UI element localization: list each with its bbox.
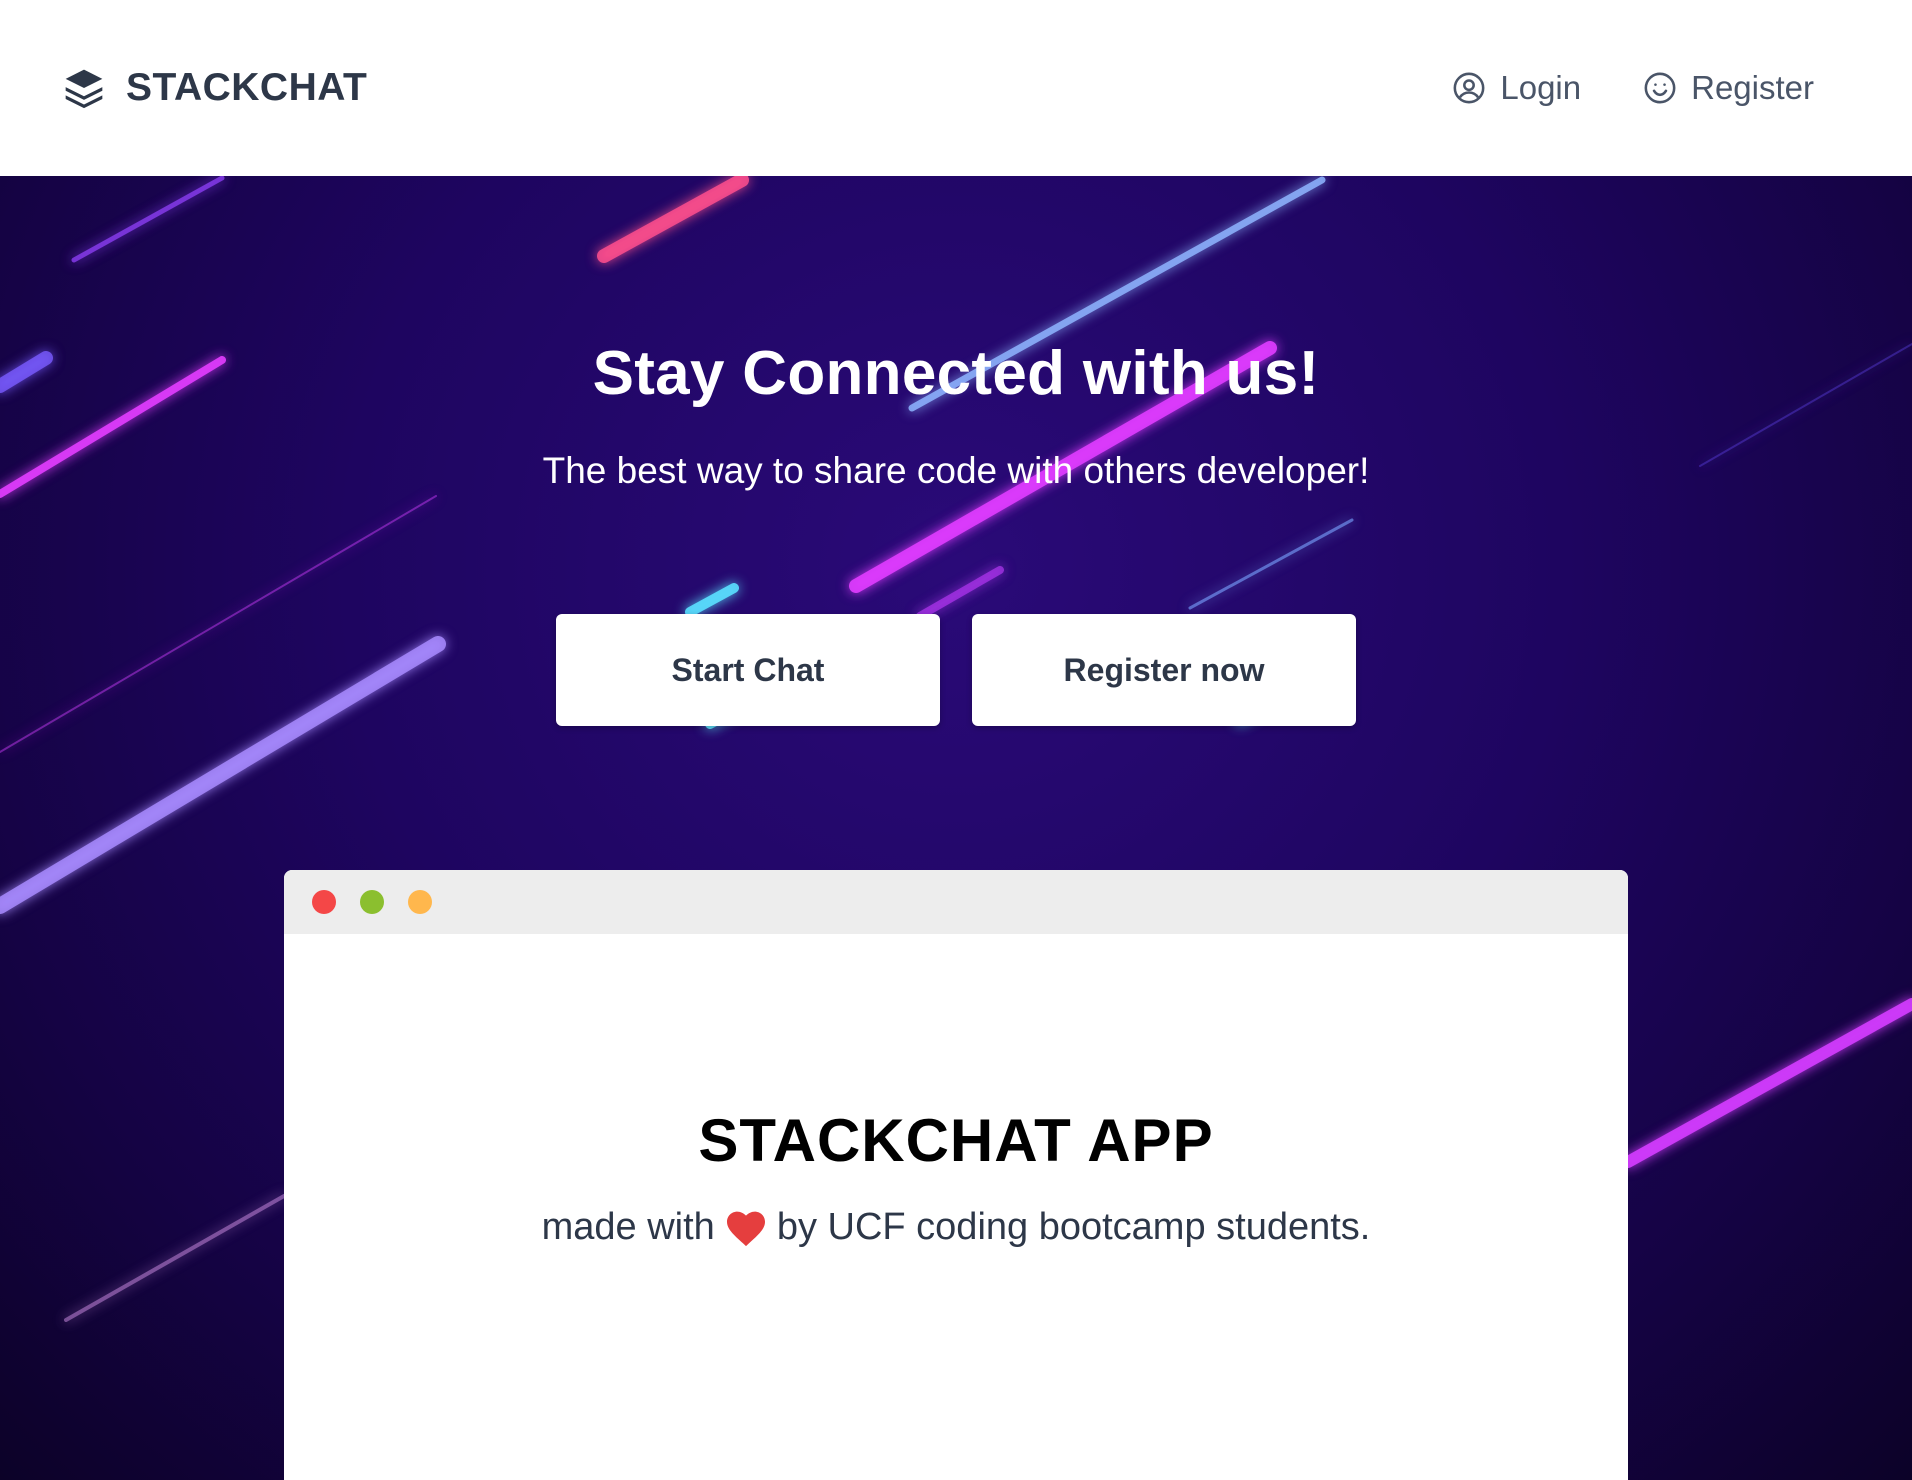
top-navbar: STACKCHAT Login Register <box>0 0 1912 176</box>
register-link[interactable]: Register <box>1643 69 1814 107</box>
minimize-dot <box>360 890 384 914</box>
maximize-dot <box>408 890 432 914</box>
tagline-after: by UCF coding bootcamp students. <box>776 1206 1371 1248</box>
hero-subtitle: The best way to share code with others d… <box>542 450 1370 491</box>
close-dot <box>312 890 336 914</box>
brand-link[interactable]: STACKCHAT <box>62 66 367 110</box>
nav-links: Login Register <box>1452 69 1814 107</box>
tagline-before: made with <box>541 1206 715 1248</box>
hero-section: Stay Connected with us! The best way to … <box>0 176 1912 1480</box>
app-preview-window: STACKCHAT APP made with by UCF coding bo… <box>284 870 1628 1480</box>
hero-title: Stay Connected with us! <box>592 339 1320 408</box>
layers-icon <box>65 69 103 109</box>
app-title: STACKCHAT APP <box>698 1107 1214 1174</box>
user-circle-icon <box>1453 72 1485 104</box>
login-label: Login <box>1500 69 1582 106</box>
register-label: Register <box>1691 69 1814 106</box>
brand-name: STACKCHAT <box>126 66 368 109</box>
register-now-button[interactable]: Register now <box>972 614 1356 726</box>
app-tagline: made with by UCF coding bootcamp student… <box>284 1206 1628 1249</box>
heart-icon <box>726 1211 765 1246</box>
login-link[interactable]: Login <box>1452 69 1581 107</box>
smiley-icon <box>1644 72 1676 104</box>
window-title-bar <box>284 870 1628 934</box>
start-chat-button[interactable]: Start Chat <box>556 614 940 726</box>
